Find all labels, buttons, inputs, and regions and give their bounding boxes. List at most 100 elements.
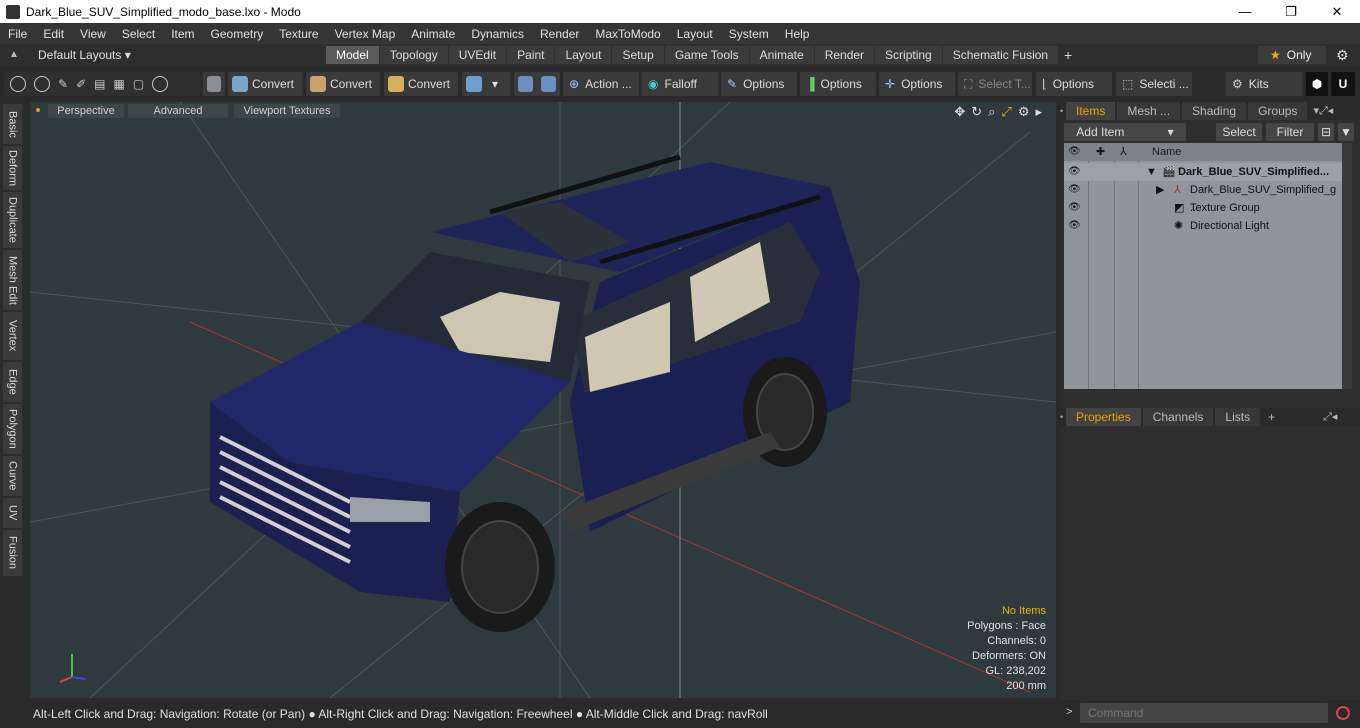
suv-model[interactable] [210,154,860,632]
falloff-button[interactable]: ◉ Falloff [642,72,718,96]
tab-game-tools[interactable]: Game Tools [664,46,749,64]
tree-row-texture-group[interactable]: 👁 ◩ Texture Group [1064,199,1342,217]
menu-help[interactable]: Help [777,27,818,41]
collapse-all-icon[interactable]: ⊟ [1318,123,1334,141]
collapse-arrow-icon[interactable]: ▲ [9,49,21,61]
select-button[interactable]: Select [1216,123,1262,141]
tab-setup[interactable]: Setup [612,46,664,64]
menu-render[interactable]: Render [532,27,587,41]
tab-schematic-fusion[interactable]: Schematic Fusion [942,46,1059,64]
panel-expand-icon[interactable]: ⤢◂ [1323,408,1337,426]
tab-render[interactable]: Render [814,46,875,64]
default-layouts-dropdown[interactable]: Default Layouts ▾ [38,48,148,62]
expand-arrow-icon[interactable]: ▶ [1156,181,1164,199]
tab-uvedit[interactable]: UVEdit [448,46,507,64]
tree-row-scene[interactable]: 👁 ▼ 🎬 Dark_Blue_SUV_Simplified... [1064,163,1342,181]
menu-select[interactable]: Select [114,27,163,41]
menu-view[interactable]: View [72,27,114,41]
add-tab-icon[interactable]: + [1059,46,1077,64]
select-through-button[interactable]: ⛶ Select T... [958,72,1032,96]
unity-button[interactable]: ⬢ [1306,72,1328,96]
item-list-scrollbar[interactable] [1342,143,1352,389]
command-input[interactable] [1080,703,1328,723]
command-arrow-icon[interactable]: > [1066,706,1072,718]
convert-button-3[interactable]: Convert [384,72,458,96]
options-button-4[interactable]: ⌊ Options [1036,72,1112,96]
action-center-button[interactable]: ⊕ Action ... [563,72,639,96]
vtab-polygon[interactable]: Polygon [3,404,22,454]
vtab-vertex[interactable]: Vertex [3,312,22,360]
convert-button-2[interactable]: Convert [306,72,380,96]
funnel-icon[interactable]: ▼ [1338,123,1354,141]
zoom-icon[interactable]: ⌕ [988,104,995,120]
vtab-uv[interactable]: UV [3,498,22,528]
clear-command-icon[interactable] [1336,706,1350,720]
menu-item[interactable]: Item [163,27,202,41]
pan-icon[interactable]: ✥ [954,104,965,120]
tab-properties[interactable]: Properties [1066,408,1141,426]
minimize-button[interactable]: — [1222,0,1268,23]
tab-topology[interactable]: Topology [379,46,448,64]
tab-groups[interactable]: Groups [1248,102,1308,120]
visibility-eye-icon[interactable]: 👁 [1068,163,1082,181]
tab-channels[interactable]: Channels [1142,408,1214,426]
viewport-gear-icon[interactable]: ⚙ [1018,104,1030,120]
vtab-fusion[interactable]: Fusion [3,530,22,576]
advanced-button[interactable]: Advanced [128,104,228,118]
rotate-icon[interactable]: ↻ [971,104,982,120]
vtab-duplicate[interactable]: Duplicate [3,192,22,248]
fit-icon[interactable]: ⤢ [1001,104,1011,120]
tab-shading[interactable]: Shading [1182,102,1247,120]
menu-layout[interactable]: Layout [669,27,721,41]
menu-geometry[interactable]: Geometry [203,27,272,41]
cube-shade-button[interactable] [203,72,225,96]
close-button[interactable]: ✕ [1314,0,1360,23]
globe-icon[interactable] [34,76,50,92]
item-mode-icon[interactable]: ▢ [133,72,144,96]
options-button-3[interactable]: ✛ Options [879,72,955,96]
symmetry-group[interactable] [514,72,560,96]
tab-layout[interactable]: Layout [555,46,612,64]
menu-maxtomodo[interactable]: MaxToModo [587,27,668,41]
tab-lists[interactable]: Lists [1215,408,1261,426]
visibility-eye-icon[interactable]: 👁 [1068,217,1082,235]
perspective-button[interactable]: Perspective [48,104,124,118]
filter-button[interactable]: Filter [1266,123,1314,141]
maximize-button[interactable]: ❐ [1268,0,1314,23]
viewport-textures-button[interactable]: Viewport Textures [234,104,340,118]
material-mode-icon[interactable] [152,76,169,92]
viewport-scene[interactable] [30,102,1056,698]
menu-file[interactable]: File [0,27,35,41]
options-button-1[interactable]: ✎ Options [721,72,797,96]
options-button-2[interactable]: ▐ Options [800,72,876,96]
3d-viewport[interactable]: Perspective Advanced Viewport Textures ✥… [30,102,1056,698]
edge-mode-icon[interactable]: ▤ [94,72,105,96]
selection-sets-button[interactable]: ⬚ Selecti ... [1116,72,1192,96]
menu-texture[interactable]: Texture [271,27,326,41]
menu-dynamics[interactable]: Dynamics [463,27,532,41]
expand-arrow-icon[interactable]: ▼ [1146,163,1157,181]
add-item-dropdown[interactable]: Add Item ▾ [1064,123,1186,141]
vtab-edge[interactable]: Edge [3,362,22,402]
unreal-button[interactable]: U [1331,72,1355,96]
vtab-curve[interactable]: Curve [3,456,22,496]
shading-dropdown[interactable]: ▾ [462,72,510,96]
convert-button-1[interactable]: Convert [228,72,302,96]
tab-model[interactable]: Model [326,46,379,64]
tab-mesh[interactable]: Mesh ... [1117,102,1181,120]
vtab-mesh-edit[interactable]: Mesh Edit [3,250,22,310]
menu-edit[interactable]: Edit [35,27,72,41]
polygon-mode-icon[interactable]: ▦ [113,72,124,96]
item-list[interactable]: 👁 ✚ ⅄ Name 👁 ▼ 🎬 Dark_Blue_SUV_Simplifie… [1064,143,1342,389]
panel-expand-icon[interactable]: ▾⤢◂ [1313,104,1333,118]
visibility-eye-icon[interactable]: 👁 [1068,199,1082,217]
tab-scripting[interactable]: Scripting [875,46,942,64]
tab-animate[interactable]: Animate [749,46,814,64]
tree-row-directional-light[interactable]: 👁 ✺ Directional Light [1064,217,1342,235]
menu-animate[interactable]: Animate [403,27,463,41]
menu-system[interactable]: System [721,27,777,41]
vtab-deform[interactable]: Deform [3,146,22,190]
brush-icon[interactable]: ✐ [76,72,86,96]
tab-paint[interactable]: Paint [507,46,555,64]
gear-icon[interactable]: ⚙ [1336,47,1352,63]
